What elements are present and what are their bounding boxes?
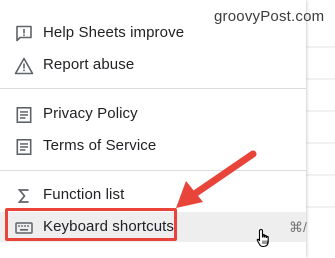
document-icon: [14, 137, 34, 157]
warning-icon: [14, 56, 34, 76]
keyboard-shortcut-hint: ⌘/: [289, 219, 307, 235]
menu-item-privacy-policy[interactable]: Privacy Policy: [0, 99, 306, 129]
annotation-highlight-box: [5, 208, 177, 241]
hand-cursor-icon: [256, 228, 269, 248]
menu-item-function-list[interactable]: Function list: [0, 180, 306, 210]
menu-divider: [0, 88, 306, 89]
menu-item-label: Help Sheets improve: [43, 24, 185, 41]
menu-item-label: Privacy Policy: [43, 105, 138, 122]
document-icon: [14, 105, 34, 125]
menu-item-label: Function list: [43, 186, 125, 203]
menu-divider: [0, 170, 306, 171]
menu-item-label: Report abuse: [43, 56, 135, 73]
sigma-icon: [14, 186, 34, 206]
screen: Help Sheets improve Report abuse Privacy…: [0, 0, 335, 258]
menu-item-label: Terms of Service: [43, 137, 157, 154]
menu-item-report-abuse[interactable]: Report abuse: [0, 50, 306, 80]
menu-item-terms-of-service[interactable]: Terms of Service: [0, 131, 306, 161]
watermark-text: groovyPost.com: [214, 8, 325, 25]
feedback-icon: [14, 24, 34, 44]
